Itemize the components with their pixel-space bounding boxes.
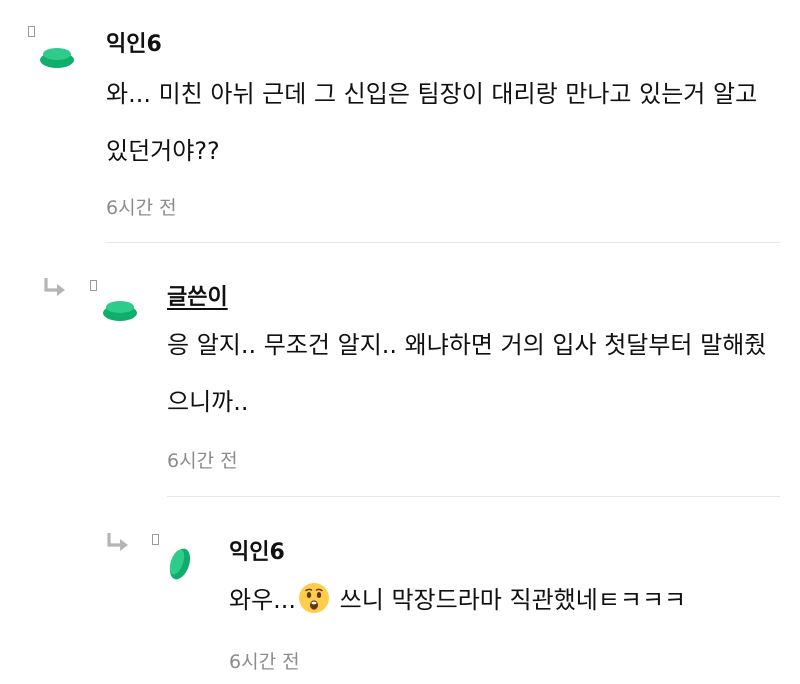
broken-image-icon (90, 280, 97, 291)
surprised-face-icon (299, 583, 330, 613)
comment-timestamp: 6시간 전 (167, 450, 238, 472)
divider (167, 496, 780, 497)
comment-author[interactable]: 익인6 (106, 26, 162, 58)
reply-arrow-icon (107, 533, 128, 551)
reply-arrow-icon (44, 278, 65, 296)
avatar-icon[interactable] (101, 299, 139, 323)
avatar-icon[interactable] (166, 546, 194, 582)
comment-text: 응 알지.. 무조건 알지.. 왜냐하면 거의 입사 첫달부터 말해줬으니까.. (167, 331, 767, 416)
comment-text: 와우... 쓰니 막장드라마 직관했네ㅌㅋㅋㅋ (229, 572, 789, 629)
comment-text-part: 와우... (229, 586, 297, 614)
comment-text: 와... 미친 아뉘 근데 그 신입은 팀장이 대리랑 만나고 있는거 알고 있… (106, 80, 758, 165)
comment-text-part: 쓰니 막장드라마 직관했네ㅌㅋㅋㅋ (332, 586, 687, 614)
comment-author[interactable]: 익인6 (229, 534, 285, 566)
comment-2-reply: 글쓴이 응 알지.. 무조건 알지.. 왜냐하면 거의 입사 첫달부터 말해줬으… (0, 245, 800, 500)
comment-timestamp: 6시간 전 (106, 197, 177, 219)
comment-timestamp: 6시간 전 (229, 651, 300, 673)
comment-3-reply: 익인6 와우... 쓰니 막장드라마 직관했네ㅌㅋㅋㅋ 6시간 전 (0, 500, 800, 684)
broken-image-icon (152, 534, 159, 545)
broken-image-icon (28, 26, 35, 37)
comment-1: 익인6 와... 미친 아뉘 근데 그 신입은 팀장이 대리랑 만나고 있는거 … (0, 0, 800, 245)
divider (106, 242, 780, 243)
comment-author[interactable]: 글쓴이 (167, 279, 228, 311)
avatar-icon[interactable] (38, 46, 76, 70)
